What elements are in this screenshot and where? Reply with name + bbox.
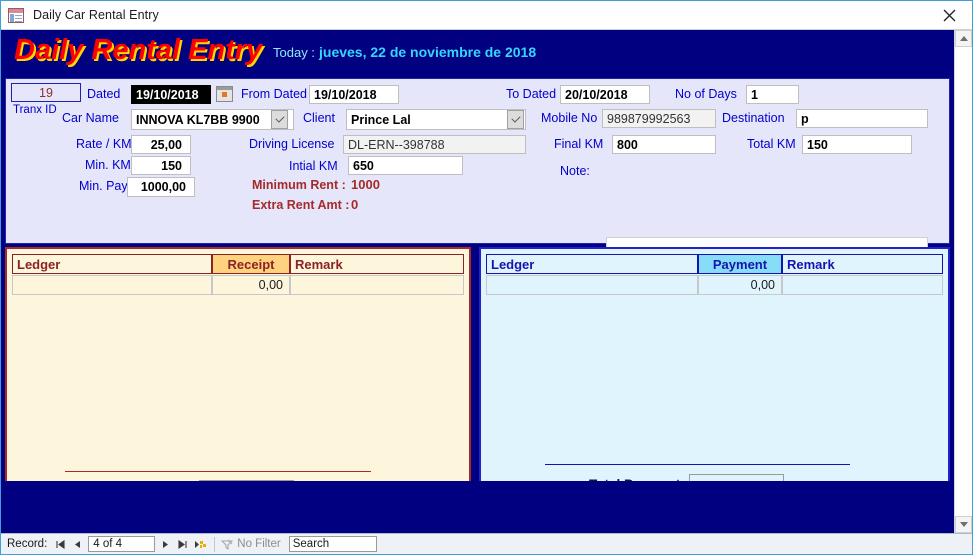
from-dated-label: From Dated (241, 87, 307, 101)
first-record-icon[interactable] (52, 536, 69, 553)
client-combo[interactable]: Prince Lal (346, 109, 526, 130)
mobile-no-input[interactable]: 989879992563 (602, 109, 716, 128)
min-pay-input[interactable]: 1000,00 (127, 177, 195, 197)
new-record-icon[interactable] (191, 536, 208, 553)
payment-grid-header: Ledger Payment Remark (486, 254, 943, 274)
record-counter-input[interactable]: 4 of 4 (88, 536, 156, 552)
client-label: Client (303, 111, 335, 125)
title-bar: Daily Car Rental Entry (1, 1, 972, 30)
search-input[interactable]: Search (288, 536, 377, 552)
payment-col-ledger[interactable]: Ledger (486, 254, 698, 274)
rate-per-km-label: Rate / KM (76, 137, 132, 151)
extra-rent-value: 0 (351, 197, 359, 212)
receipt-col-receipt[interactable]: Receipt (212, 254, 290, 274)
rate-per-km-input[interactable]: 25,00 (131, 135, 191, 154)
page-title: Daily Rental Entry (14, 34, 263, 66)
calendar-icon[interactable] (216, 86, 233, 102)
mobile-no-label: Mobile No (541, 111, 598, 125)
table-row[interactable]: 0,00 (12, 275, 464, 295)
car-name-dropdown-icon[interactable] (271, 110, 288, 129)
last-record-icon[interactable] (174, 536, 191, 553)
destination-label: Destination (722, 111, 785, 125)
receipt-cell-ledger[interactable] (12, 275, 212, 295)
min-km-input[interactable]: 150 (131, 156, 191, 175)
min-pay-label: Min. Pay (79, 179, 128, 193)
initial-km-label: Intial KM (289, 159, 338, 173)
to-dated-label: To Dated (506, 87, 557, 101)
initial-km-input[interactable]: 650 (348, 156, 463, 175)
transaction-grids: Ledger Receipt Remark 0,00 Total Receipt (5, 247, 950, 505)
form-header-banner: Daily Rental Entry Today : jueves, 22 de… (1, 30, 954, 78)
total-km-label: Total KM (747, 137, 796, 151)
payment-cell-amount[interactable]: 0,00 (698, 275, 782, 295)
tranx-id-value: 19 (11, 83, 81, 102)
table-row[interactable]: 0,00 (486, 275, 943, 295)
final-km-input[interactable]: 800 (612, 135, 716, 154)
record-label: Record: (7, 538, 48, 550)
extra-rent-label: Extra Rent Amt : (252, 198, 350, 212)
record-navigator: Record: 4 of 4 No Filter Search (1, 533, 972, 554)
window-body: Daily Rental Entry Today : jueves, 22 de… (1, 30, 972, 533)
payment-total-divider (545, 464, 850, 465)
receipt-grid-panel: Ledger Receipt Remark 0,00 Total Receipt (5, 247, 471, 505)
driving-license-label: Driving License (249, 137, 335, 151)
vertical-scrollbar[interactable] (954, 30, 972, 533)
receipt-col-remark[interactable]: Remark (290, 254, 464, 274)
receipt-cell-amount[interactable]: 0,00 (212, 275, 290, 295)
dated-label: Dated (87, 87, 121, 101)
from-dated-input[interactable]: 19/10/2018 (309, 85, 399, 104)
car-name-label: Car Name (62, 111, 119, 125)
next-record-icon[interactable] (157, 536, 174, 553)
payment-grid-panel: Ledger Payment Remark 0,00 Total Payment (479, 247, 950, 505)
table-form-icon (8, 7, 24, 23)
final-km-label: Final KM (554, 137, 604, 151)
previous-record-icon[interactable] (69, 536, 86, 553)
destination-input[interactable]: p (796, 109, 928, 128)
tranx-id-label: Tranx ID (13, 104, 57, 116)
command-bar: << < > >> New Entry Search Client Close … (1, 481, 954, 533)
total-km-input[interactable]: 150 (802, 135, 912, 154)
today-date: jueves, 22 de noviembre de 2018 (319, 44, 537, 60)
receipt-grid-header: Ledger Receipt Remark (12, 254, 464, 274)
payment-cell-remark[interactable] (782, 275, 943, 295)
dated-input[interactable]: 19/10/2018 (131, 85, 211, 104)
filter-icon (221, 539, 234, 550)
receipt-col-ledger[interactable]: Ledger (12, 254, 212, 274)
today-label: Today : (273, 45, 315, 60)
filter-status-label: No Filter (237, 538, 281, 550)
rental-detail-panel: 19 Tranx ID Dated 19/10/2018 From Dated … (5, 78, 950, 282)
no-of-days-input[interactable]: 1 (746, 85, 799, 104)
receipt-cell-remark[interactable] (290, 275, 464, 295)
payment-col-remark[interactable]: Remark (782, 254, 943, 274)
receipt-total-divider (65, 471, 371, 472)
scroll-up-icon[interactable] (955, 30, 972, 47)
toolbar-divider (214, 536, 216, 552)
min-km-label: Min. KM (85, 158, 131, 172)
minimum-rent-value: 1000 (351, 177, 380, 192)
filter-status[interactable]: No Filter (221, 538, 281, 550)
no-of-days-label: No of Days (675, 87, 737, 101)
window-title: Daily Car Rental Entry (33, 8, 159, 22)
to-dated-input[interactable]: 20/10/2018 (560, 85, 650, 104)
payment-cell-ledger[interactable] (486, 275, 698, 295)
note-label: Note: (560, 164, 590, 178)
driving-license-input[interactable]: DL-ERN--398788 (343, 135, 526, 154)
application-window: Daily Car Rental Entry Daily Rental Entr… (0, 0, 973, 555)
form-canvas: Daily Rental Entry Today : jueves, 22 de… (1, 30, 954, 533)
minimum-rent-label: Minimum Rent : (252, 178, 346, 192)
client-dropdown-icon[interactable] (507, 110, 524, 129)
scroll-down-icon[interactable] (955, 516, 972, 533)
car-name-combo[interactable]: INNOVA KL7BB 9900 (131, 109, 294, 130)
payment-col-payment[interactable]: Payment (698, 254, 782, 274)
close-icon[interactable] (927, 1, 972, 29)
